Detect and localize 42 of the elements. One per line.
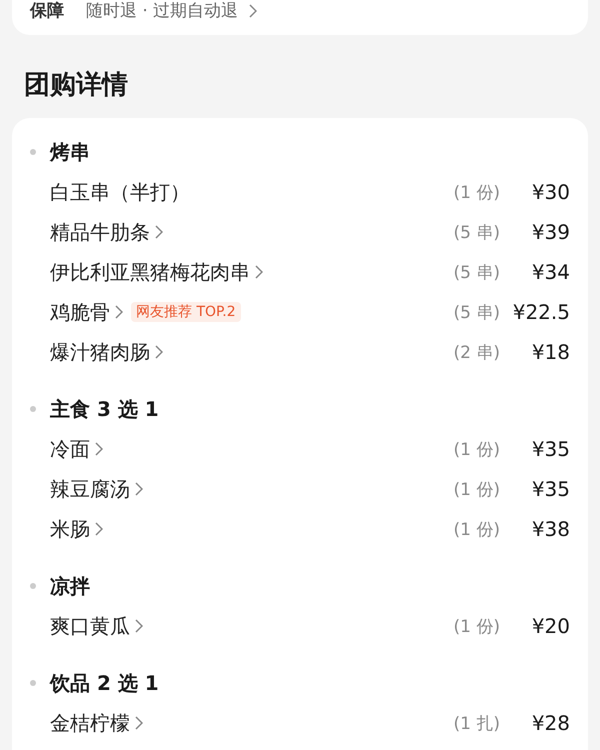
- item-quantity: (2 串): [454, 342, 500, 364]
- item-name[interactable]: 爆汁猪肉肠: [50, 338, 163, 366]
- item-price: ¥38: [530, 517, 570, 541]
- item-name[interactable]: 米肠: [50, 516, 103, 542]
- group-title: 烤串: [50, 138, 90, 166]
- item-name[interactable]: 辣豆腐汤: [50, 476, 143, 502]
- item-price: ¥22.5: [512, 300, 570, 324]
- item-name[interactable]: 金桔柠檬: [50, 710, 143, 736]
- item-quantity: (1 份): [454, 518, 500, 540]
- section-title: 团购详情: [24, 69, 129, 102]
- bullet-dot: [30, 149, 36, 155]
- item-quantity: (1 扎): [454, 712, 500, 734]
- item-price: ¥30: [530, 180, 570, 204]
- item-name[interactable]: 白玉串（半打）: [50, 178, 190, 206]
- item-quantity: (1 份): [454, 438, 500, 460]
- group-title: 凉拌: [50, 572, 90, 600]
- item-quantity: (1 份): [454, 616, 500, 638]
- item-quantity: (1 份): [454, 182, 500, 204]
- bullet-dot: [30, 680, 36, 686]
- item-price: ¥20: [530, 614, 570, 638]
- item-name[interactable]: 爽口黄瓜: [50, 612, 143, 640]
- group-title: 饮品 2 选 1: [50, 670, 159, 696]
- item-name[interactable]: 鸡脆骨: [50, 298, 123, 326]
- item-quantity: (1 份): [454, 478, 500, 500]
- guarantee-link[interactable]: 随时退 · 过期自动退: [86, 2, 258, 20]
- item-price: ¥18: [530, 340, 570, 364]
- recommend-tag: 网友推荐 TOP.2: [131, 302, 241, 322]
- item-price: ¥35: [530, 437, 570, 461]
- bullet-dot: [30, 406, 36, 412]
- item-quantity: (5 串): [454, 262, 500, 284]
- group-title: 主食 3 选 1: [50, 396, 159, 422]
- bullet-dot: [30, 583, 36, 589]
- item-name[interactable]: 冷面: [50, 436, 103, 462]
- guarantee-label: 保障: [30, 2, 64, 20]
- item-price: ¥35: [530, 477, 570, 501]
- item-price: ¥34: [530, 260, 570, 284]
- item-quantity: (5 串): [454, 302, 500, 324]
- item-name[interactable]: 精品牛肋条: [50, 218, 163, 246]
- item-price: ¥39: [530, 220, 570, 244]
- item-quantity: (5 串): [454, 222, 500, 244]
- item-price: ¥28: [530, 711, 570, 735]
- item-name[interactable]: 伊比利亚黑猪梅花肉串: [50, 258, 263, 286]
